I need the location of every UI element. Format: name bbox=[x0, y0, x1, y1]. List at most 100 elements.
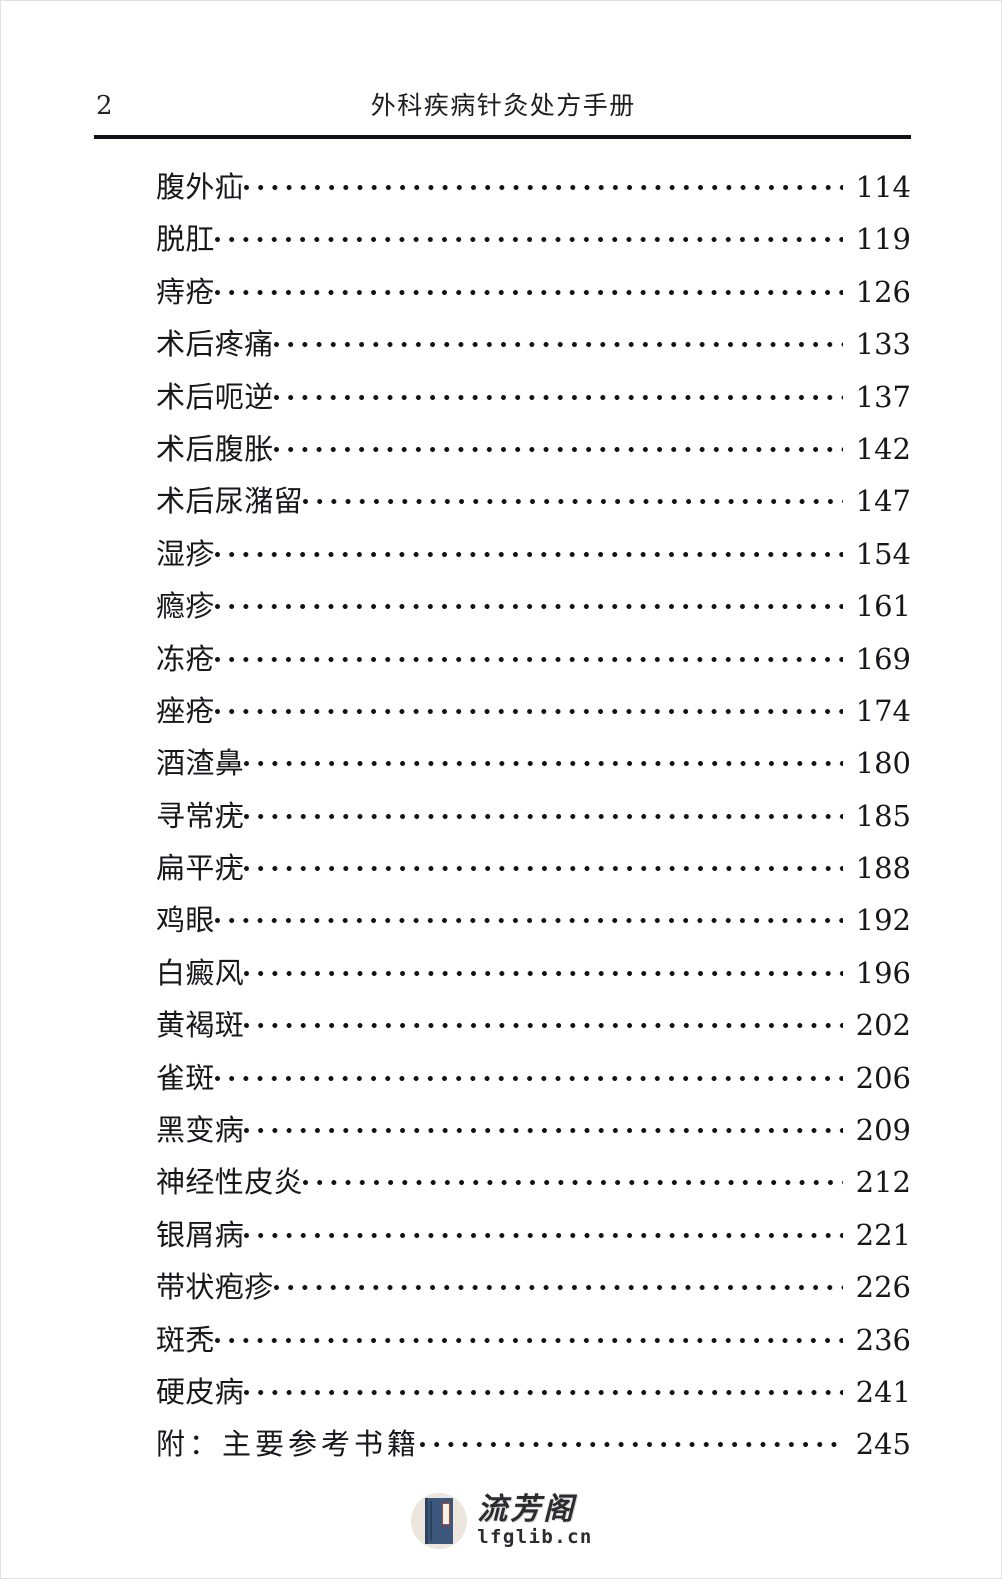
toc-entry-label: 术后腹胀 bbox=[156, 431, 274, 466]
toc-entry-label: 黄褐斑 bbox=[156, 1008, 245, 1043]
toc-entry[interactable]: 酒渣鼻 180 bbox=[156, 743, 911, 795]
toc-entry[interactable]: 黄褐斑 202 bbox=[156, 1005, 911, 1057]
toc-entry[interactable]: 术后呃逆 137 bbox=[156, 377, 911, 429]
toc-leader-dots bbox=[273, 381, 843, 407]
toc-entry-page-number: 221 bbox=[855, 1217, 911, 1252]
toc-entry[interactable]: 术后疼痛 133 bbox=[156, 324, 911, 376]
toc-leader-dots bbox=[273, 433, 843, 459]
toc-entry-page-number: 185 bbox=[855, 798, 911, 833]
toc-entry-page-number: 133 bbox=[855, 327, 911, 362]
toc-entry-page-number: 196 bbox=[855, 955, 911, 990]
toc-entry-page-number: 142 bbox=[855, 431, 911, 466]
toc-leader-dots bbox=[214, 695, 843, 721]
toc-entry-page-number: 169 bbox=[855, 641, 911, 676]
toc-entry-label: 硬皮病 bbox=[156, 1374, 245, 1409]
toc-entry-label: 脱肛 bbox=[156, 222, 215, 257]
toc-leader-dots bbox=[273, 328, 843, 354]
toc-entry-page-number: 241 bbox=[855, 1374, 911, 1409]
toc-entry[interactable]: 冻疮 169 bbox=[156, 639, 911, 691]
toc-entry-page-number: 188 bbox=[855, 851, 911, 886]
toc-entry[interactable]: 雀斑 206 bbox=[156, 1058, 911, 1110]
toc-entry[interactable]: 湿疹 154 bbox=[156, 534, 911, 586]
toc-entry-label: 扁平疣 bbox=[156, 851, 245, 886]
toc-leader-dots bbox=[244, 171, 843, 197]
toc-entry[interactable]: 术后腹胀 142 bbox=[156, 429, 911, 481]
toc-entry-page-number: 137 bbox=[855, 379, 911, 414]
running-head: 2 外科疾病针灸处方手册 bbox=[94, 87, 911, 133]
toc-leader-dots bbox=[244, 800, 843, 826]
toc-entry-page-number: 154 bbox=[855, 536, 911, 571]
toc-leader-dots bbox=[244, 1219, 843, 1245]
toc-entry-page-number: 180 bbox=[855, 746, 911, 781]
toc-leader-dots bbox=[214, 538, 843, 564]
toc-leader-dots bbox=[244, 1376, 843, 1402]
toc-entry-page-number: 206 bbox=[855, 1060, 911, 1095]
toc-entry-label: 痤疮 bbox=[156, 693, 215, 728]
toc-entry[interactable]: 白癜风 196 bbox=[156, 953, 911, 1005]
toc-entry-label: 雀斑 bbox=[156, 1060, 215, 1095]
toc-entry-label: 冻疮 bbox=[156, 641, 215, 676]
toc-leader-dots bbox=[244, 1114, 843, 1140]
toc-entry-label: 白癜风 bbox=[156, 955, 245, 990]
toc-entry[interactable]: 银屑病 221 bbox=[156, 1215, 911, 1267]
toc-entry-page-number: 147 bbox=[855, 484, 911, 519]
toc-entry[interactable]: 术后尿潴留 147 bbox=[156, 481, 911, 533]
toc-entry-label: 寻常疣 bbox=[156, 798, 245, 833]
toc-entry[interactable]: 瘾疹 161 bbox=[156, 586, 911, 638]
toc-entry[interactable]: 黑变病 209 bbox=[156, 1110, 911, 1162]
toc-leader-dots bbox=[273, 1271, 843, 1297]
document-page: 2 外科疾病针灸处方手册 腹外疝 114 脱肛 119 痔疮 126 术后疼痛 133 术后呃逆… bbox=[0, 0, 1002, 1579]
toc-entry-page-number: 212 bbox=[855, 1165, 911, 1200]
toc-entry[interactable]: 寻常疣 185 bbox=[156, 796, 911, 848]
toc-entry-label: 湿疹 bbox=[156, 536, 215, 571]
toc-entry-label: 术后呃逆 bbox=[156, 379, 274, 414]
toc-entry-label: 痔疮 bbox=[156, 274, 215, 309]
toc-entry-page-number: 245 bbox=[855, 1427, 911, 1462]
toc-entry[interactable]: 鸡眼 192 bbox=[156, 900, 911, 952]
toc-entry-label: 鸡眼 bbox=[156, 903, 215, 938]
toc-entry[interactable]: 腹外疝 114 bbox=[156, 167, 911, 219]
toc-leader-dots bbox=[303, 485, 843, 511]
toc-leader-dots bbox=[214, 643, 843, 669]
toc-leader-dots bbox=[244, 1009, 843, 1035]
toc-leader-dots bbox=[214, 276, 843, 302]
watermark-site-url: lfglib.cn bbox=[477, 1526, 593, 1548]
toc-leader-dots bbox=[244, 852, 843, 878]
toc-entry-page-number: 174 bbox=[855, 693, 911, 728]
toc-entry-page-number: 226 bbox=[855, 1270, 911, 1305]
toc-entry[interactable]: 附：主要参考书籍 245 bbox=[156, 1424, 911, 1476]
toc-entry[interactable]: 痤疮 174 bbox=[156, 691, 911, 743]
toc-entry[interactable]: 扁平疣 188 bbox=[156, 848, 911, 900]
toc-leader-dots bbox=[214, 904, 843, 930]
toc-entry-page-number: 209 bbox=[855, 1113, 911, 1148]
toc-entry-label: 附：主要参考书籍 bbox=[156, 1427, 421, 1462]
toc-entry-page-number: 202 bbox=[855, 1008, 911, 1043]
toc-leader-dots bbox=[303, 1166, 843, 1192]
toc-entry[interactable]: 带状疱疹 226 bbox=[156, 1267, 911, 1319]
toc-entry-page-number: 119 bbox=[855, 222, 911, 257]
toc-leader-dots bbox=[214, 223, 843, 249]
toc-leader-dots bbox=[214, 590, 843, 616]
toc-entry-page-number: 192 bbox=[855, 903, 911, 938]
watermark: 流芳阁 lfglib.cn bbox=[1, 1492, 1001, 1549]
toc-entry-label: 斑秃 bbox=[156, 1322, 215, 1357]
toc-leader-dots bbox=[244, 957, 843, 983]
toc-leader-dots bbox=[244, 747, 843, 773]
toc-entry-label: 神经性皮炎 bbox=[156, 1165, 304, 1200]
toc-entry-page-number: 161 bbox=[855, 589, 911, 624]
book-title: 外科疾病针灸处方手册 bbox=[370, 91, 636, 120]
toc-entry-label: 银屑病 bbox=[156, 1217, 245, 1252]
toc-entry-label: 黑变病 bbox=[156, 1113, 245, 1148]
toc-entry-label: 腹外疝 bbox=[156, 170, 245, 204]
toc-entry[interactable]: 痔疮 126 bbox=[156, 272, 911, 324]
toc-entry[interactable]: 斑秃 236 bbox=[156, 1320, 911, 1372]
toc-entry[interactable]: 神经性皮炎 212 bbox=[156, 1162, 911, 1214]
toc-entry[interactable]: 脱肛 119 bbox=[156, 219, 911, 271]
watermark-site-name: 流芳阁 bbox=[477, 1492, 577, 1527]
toc-entry-label: 带状疱疹 bbox=[156, 1270, 274, 1305]
header-divider bbox=[94, 135, 911, 139]
toc-entry-label: 酒渣鼻 bbox=[156, 746, 245, 781]
toc-entry[interactable]: 硬皮病 241 bbox=[156, 1372, 911, 1424]
book-spine-label bbox=[442, 1503, 451, 1525]
toc-entry-page-number: 126 bbox=[855, 274, 911, 309]
